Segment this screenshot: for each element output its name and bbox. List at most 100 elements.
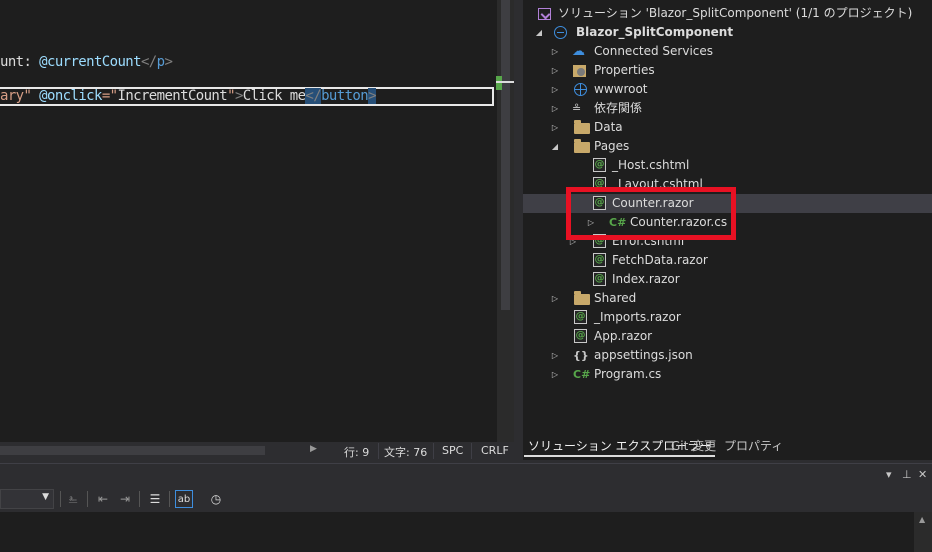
tree-label: App.razor [594, 329, 653, 343]
tree-label: Index.razor [612, 272, 680, 286]
tree-label: appsettings.json [594, 348, 693, 362]
code-token: > [164, 54, 173, 70]
caret-position-marker [496, 81, 514, 83]
panel-splitter[interactable] [514, 0, 523, 460]
tree-project[interactable]: ◢ Blazor_SplitComponent [523, 23, 932, 42]
expand-icon[interactable]: ▷ [549, 61, 561, 80]
expand-icon[interactable]: ▷ [549, 346, 561, 365]
output-source-dropdown[interactable]: ▼ [0, 489, 54, 509]
folder-icon [574, 120, 590, 134]
close-icon[interactable]: ✕ [918, 468, 927, 481]
code-editor[interactable]: unt: @currentCount</p> ary" @onclick="In… [0, 0, 497, 442]
code-token: ary [0, 88, 24, 104]
code-token: > [368, 88, 377, 104]
expand-icon[interactable]: ▷ [549, 99, 561, 118]
tree-item-appsettings-json[interactable]: ▷ {} appsettings.json [523, 346, 932, 365]
tree-label: _Host.cshtml [612, 158, 690, 172]
tree-label: Blazor_SplitComponent [576, 25, 734, 39]
char-number[interactable]: 文字: 76 [384, 444, 427, 460]
clear-all-icon[interactable]: ☰ [146, 490, 164, 508]
tree-item-app-razor[interactable]: @ App.razor [523, 327, 932, 346]
tree-item-dependencies[interactable]: ▷ ≗ 依存関係 [523, 99, 932, 118]
tree-label: Properties [594, 63, 655, 77]
divider [169, 491, 170, 507]
next-message-icon[interactable]: ⇥ [116, 490, 134, 508]
expand-icon[interactable]: ▷ [549, 80, 561, 99]
tree-item-fetchdata-razor[interactable]: @ FetchData.razor [523, 251, 932, 270]
tree-solution[interactable]: ソリューション 'Blazor_SplitComponent' (1/1 のプロ… [523, 4, 932, 23]
divider [60, 491, 61, 507]
code-token: IncrementCount [117, 88, 228, 104]
expand-icon[interactable]: ▷ [549, 118, 561, 137]
code-token: @currentCount [39, 54, 141, 70]
collapse-icon[interactable]: ◢ [533, 23, 545, 42]
code-token: " [23, 88, 40, 104]
tree-item-imports-razor[interactable]: @ _Imports.razor [523, 308, 932, 327]
tree-item-data[interactable]: ▷ Data [523, 118, 932, 137]
solution-explorer-tabs: ソリューション エクスプローラー Git 変更 プロパティ [523, 437, 932, 457]
tree-item-shared[interactable]: ▷ Shared [523, 289, 932, 308]
code-token: Click me [242, 88, 306, 104]
expand-icon[interactable]: ▷ [549, 289, 561, 308]
line-ending[interactable]: CRLF [481, 444, 509, 457]
tree-item-connected-services[interactable]: ▷ ☁ Connected Services [523, 42, 932, 61]
code-token: </ [305, 88, 322, 104]
current-code-line[interactable]: ary" @onclick="IncrementCount">Click me<… [0, 87, 494, 106]
razor-file-icon: @ [593, 253, 606, 267]
csharp-file-icon: C# [573, 368, 591, 381]
collapse-icon[interactable]: ◢ [549, 137, 561, 156]
tree-label: Program.cs [594, 367, 662, 381]
tree-label: 依存関係 [594, 101, 643, 115]
editor-scroll-thumb[interactable] [501, 0, 510, 310]
pin-icon[interactable]: ⊥ [902, 468, 912, 481]
tree-label: wwwroot [594, 82, 648, 96]
line-number[interactable]: 行: 9 [344, 444, 369, 460]
output-content[interactable] [0, 512, 932, 552]
expand-icon[interactable]: ▷ [549, 365, 561, 384]
code-token: unt: [0, 54, 40, 70]
code-token: </ [140, 54, 157, 70]
horizontal-scroll-thumb[interactable] [0, 446, 265, 455]
solution-icon [538, 8, 551, 20]
divider [433, 443, 434, 459]
tree-label: FetchData.razor [612, 253, 708, 267]
tree-item-wwwroot[interactable]: ▷ wwwroot [523, 80, 932, 99]
tree-label: Data [594, 120, 623, 134]
tree-label: Pages [594, 139, 630, 153]
tree-item-index-razor[interactable]: @ Index.razor [523, 270, 932, 289]
change-marker [496, 76, 502, 90]
tab-properties[interactable]: プロパティ [720, 437, 787, 457]
divider [378, 443, 379, 459]
word-wrap-icon[interactable]: ab [175, 490, 193, 508]
tree-item-properties[interactable]: ▷ Properties [523, 61, 932, 80]
razor-file-icon: @ [593, 272, 606, 286]
tree-item-host-cshtml[interactable]: @ _Host.cshtml [523, 156, 932, 175]
expand-icon[interactable]: ▷ [549, 42, 561, 61]
prev-message-icon[interactable]: ⇤ [94, 490, 112, 508]
whitespace-mode[interactable]: SPC [442, 444, 463, 457]
code-token: " [227, 88, 235, 104]
dropdown-arrow-icon[interactable]: ▾ [886, 468, 892, 481]
tab-git-changes[interactable]: Git 変更 [667, 437, 720, 457]
code-line[interactable]: unt: @currentCount</p> [0, 53, 173, 71]
project-icon [554, 26, 567, 39]
tree-item-program-cs[interactable]: ▷ C# Program.cs [523, 365, 932, 384]
properties-icon [573, 65, 586, 77]
scroll-right-icon[interactable]: ▶ [310, 444, 317, 454]
bottom-panel-header: ▾ ⊥ ✕ [0, 463, 932, 487]
output-vertical-scrollbar[interactable]: ▲ [914, 512, 932, 552]
scroll-up-icon[interactable]: ▲ [919, 515, 925, 524]
folder-icon [574, 139, 590, 153]
tree-item-pages[interactable]: ◢ Pages [523, 137, 932, 156]
divider [87, 491, 88, 507]
razor-file-icon: @ [574, 310, 587, 324]
code-token: @onclick [39, 88, 102, 104]
clock-icon[interactable]: ◷ [207, 490, 225, 508]
highlight-box [566, 187, 736, 240]
find-message-icon[interactable]: ⎁ [64, 490, 82, 508]
tree-label: ソリューション 'Blazor_SplitComponent' (1/1 のプロ… [558, 6, 913, 20]
json-file-icon: {} [573, 349, 589, 362]
tree-label: Shared [594, 291, 637, 305]
globe-icon [574, 83, 587, 96]
editor-status-bar: ▶ 行: 9 文字: 76 SPC CRLF [0, 442, 514, 460]
